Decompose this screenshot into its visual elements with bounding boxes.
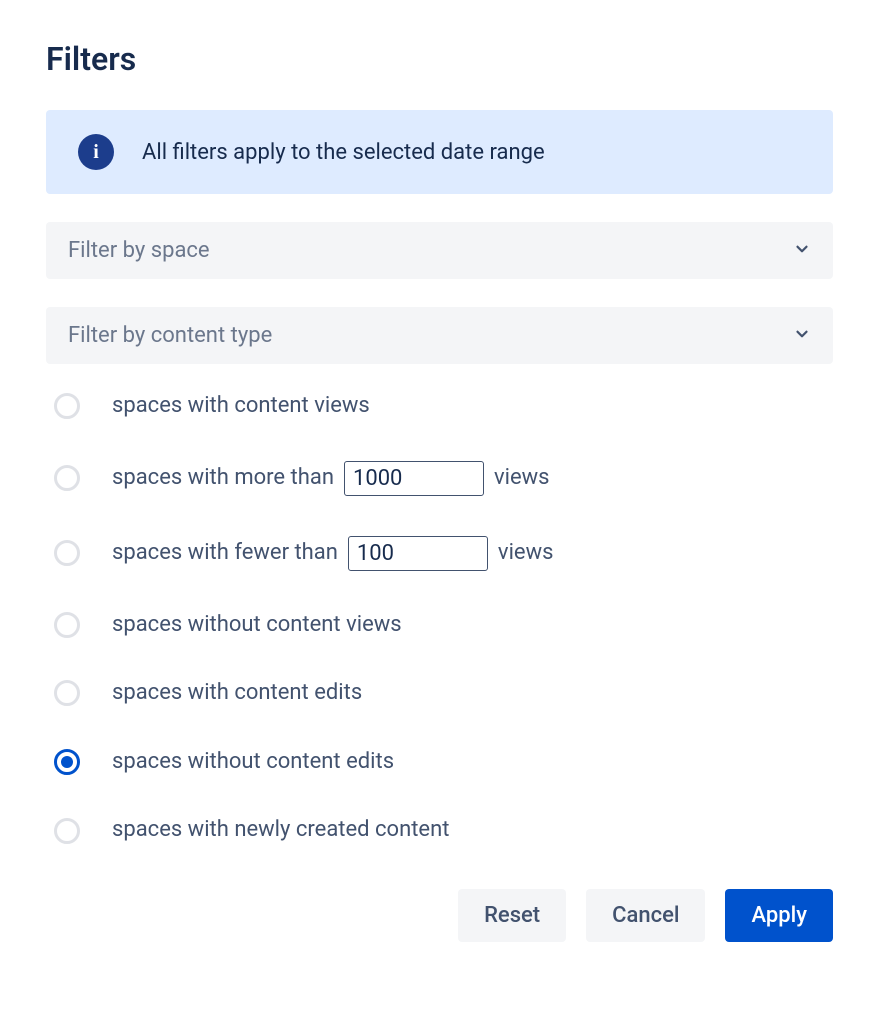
chevron-down-icon bbox=[793, 240, 811, 262]
filter-by-content-type-panel[interactable]: Filter by content type bbox=[46, 307, 833, 364]
chevron-down-icon bbox=[793, 325, 811, 347]
radio-label-suffix: views bbox=[494, 464, 550, 493]
cancel-button[interactable]: Cancel bbox=[586, 889, 705, 942]
filter-by-content-type-label: Filter by content type bbox=[68, 323, 272, 348]
radio-without-content-edits[interactable]: spaces without content edits bbox=[54, 748, 833, 777]
radio-label: spaces with fewer than views bbox=[112, 536, 553, 571]
radio-with-content-edits[interactable]: spaces with content edits bbox=[54, 679, 833, 708]
radio-control[interactable] bbox=[54, 749, 80, 775]
radio-control[interactable] bbox=[54, 612, 80, 638]
info-message: All filters apply to the selected date r… bbox=[142, 140, 545, 165]
radio-without-content-views[interactable]: spaces without content views bbox=[54, 611, 833, 640]
radio-label: spaces with content views bbox=[112, 392, 370, 421]
filter-by-space-label: Filter by space bbox=[68, 238, 210, 263]
radio-label: spaces without content views bbox=[112, 611, 402, 640]
filter-by-space-panel[interactable]: Filter by space bbox=[46, 222, 833, 279]
action-buttons: Reset Cancel Apply bbox=[46, 889, 833, 942]
radio-control[interactable] bbox=[54, 393, 80, 419]
radio-control[interactable] bbox=[54, 465, 80, 491]
radio-label-suffix: views bbox=[498, 539, 554, 568]
radio-label-prefix: spaces with more than bbox=[112, 464, 334, 493]
radio-control[interactable] bbox=[54, 680, 80, 706]
radio-fewer-than-views[interactable]: spaces with fewer than views bbox=[54, 536, 833, 571]
radio-label: spaces without content edits bbox=[112, 748, 394, 777]
radio-control[interactable] bbox=[54, 818, 80, 844]
info-icon: i bbox=[78, 134, 114, 170]
radio-control[interactable] bbox=[54, 540, 80, 566]
more-than-views-input[interactable] bbox=[344, 461, 484, 496]
radio-more-than-views[interactable]: spaces with more than views bbox=[54, 461, 833, 496]
radio-filter-list: spaces with content views spaces with mo… bbox=[46, 392, 833, 845]
fewer-than-views-input[interactable] bbox=[348, 536, 488, 571]
reset-button[interactable]: Reset bbox=[458, 889, 566, 942]
page-title: Filters bbox=[46, 40, 833, 78]
radio-with-content-views[interactable]: spaces with content views bbox=[54, 392, 833, 421]
apply-button[interactable]: Apply bbox=[725, 889, 833, 942]
info-banner: i All filters apply to the selected date… bbox=[46, 110, 833, 194]
radio-label: spaces with newly created content bbox=[112, 816, 449, 845]
radio-label-prefix: spaces with fewer than bbox=[112, 539, 338, 568]
radio-label: spaces with more than views bbox=[112, 461, 550, 496]
radio-label: spaces with content edits bbox=[112, 679, 362, 708]
radio-newly-created-content[interactable]: spaces with newly created content bbox=[54, 816, 833, 845]
